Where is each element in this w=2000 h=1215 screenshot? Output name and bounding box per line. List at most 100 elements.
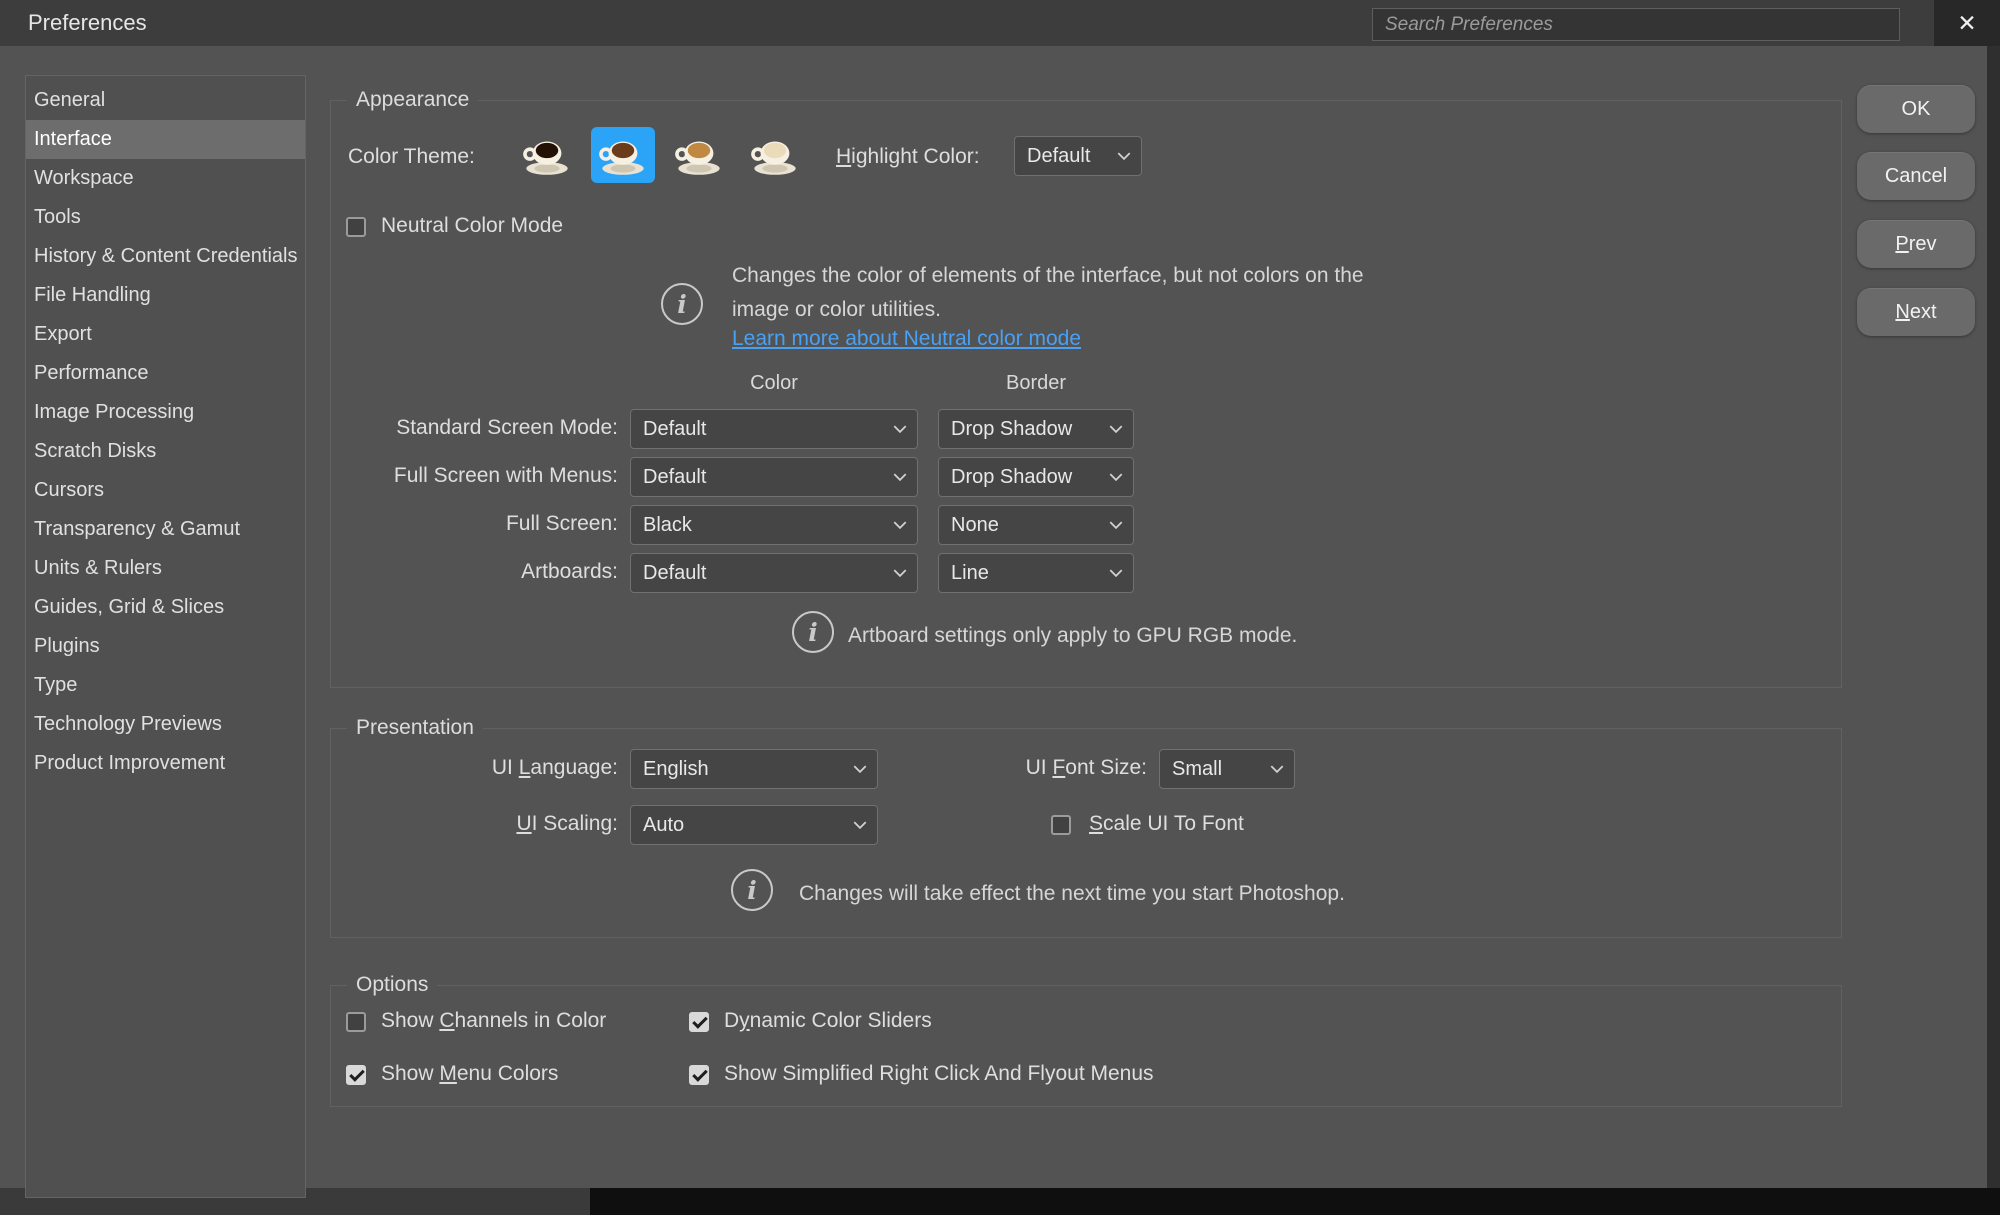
presentation-group: Presentation UI Language: English UI Fon… <box>330 728 1842 938</box>
show-simplified-right-click-checkbox[interactable] <box>689 1065 709 1085</box>
color-theme-swatch-medium[interactable] <box>667 127 731 183</box>
options-group: Options Show Channels in Color Dynamic C… <box>330 985 1842 1107</box>
coffee-cup-icon <box>748 132 802 178</box>
artboards-label: Artboards: <box>331 560 618 584</box>
sidebar-item-file-handling[interactable]: File Handling <box>26 276 305 315</box>
sidebar-item-type[interactable]: Type <box>26 666 305 705</box>
select-value: Black <box>643 514 692 537</box>
sidebar-item-interface[interactable]: Interface <box>26 120 305 159</box>
neutral-color-mode-checkbox[interactable] <box>346 217 366 237</box>
cancel-button[interactable]: Cancel <box>1857 152 1975 200</box>
sidebar-item-product-improvement[interactable]: Product Improvement <box>26 744 305 783</box>
ok-button[interactable]: OK <box>1857 85 1975 133</box>
sidebar-item-guides-grid-slices[interactable]: Guides, Grid & Slices <box>26 588 305 627</box>
sidebar-item-export[interactable]: Export <box>26 315 305 354</box>
info-icon: i <box>731 869 773 911</box>
sidebar-item-transparency-gamut[interactable]: Transparency & Gamut <box>26 510 305 549</box>
sidebar-item-history-content-credentials[interactable]: History & Content Credentials <box>26 237 305 276</box>
restart-info-text: Changes will take effect the next time y… <box>799 877 1345 911</box>
info-icon: i <box>792 611 834 653</box>
chevron-down-icon <box>893 425 907 433</box>
chevron-down-icon <box>1270 765 1284 773</box>
full-screen-with-menus-label: Full Screen with Menus: <box>331 464 618 488</box>
sidebar-item-technology-previews[interactable]: Technology Previews <box>26 705 305 744</box>
artboards-color-select[interactable]: Default <box>630 553 918 593</box>
standard-screen-mode-color-select[interactable]: Default <box>630 409 918 449</box>
dynamic-color-sliders-label: Dynamic Color Sliders <box>724 1009 932 1033</box>
full-screen-color-select[interactable]: Black <box>630 505 918 545</box>
info-icon: i <box>661 283 703 325</box>
full-screen-with-menus-color-select[interactable]: Default <box>630 457 918 497</box>
chevron-down-icon <box>853 821 867 829</box>
next-button[interactable]: Next <box>1857 288 1975 336</box>
select-value: Default <box>643 418 706 441</box>
sidebar-item-scratch-disks[interactable]: Scratch Disks <box>26 432 305 471</box>
show-menu-colors-label: Show Menu Colors <box>381 1062 558 1086</box>
color-theme-label: Color Theme: <box>348 145 475 169</box>
appearance-group: Appearance Color Theme: <box>330 100 1842 688</box>
learn-more-neutral-link[interactable]: Learn more about Neutral color mode <box>732 327 1081 351</box>
coffee-cup-icon <box>596 132 650 178</box>
standard-screen-mode-label: Standard Screen Mode: <box>331 416 618 440</box>
border-column-header: Border <box>938 372 1134 395</box>
sidebar-item-image-processing[interactable]: Image Processing <box>26 393 305 432</box>
standard-screen-mode-border-select[interactable]: Drop Shadow <box>938 409 1134 449</box>
neutral-info-text: Changes the color of elements of the int… <box>732 259 1512 327</box>
select-value: Line <box>951 562 989 585</box>
select-value: Small <box>1172 758 1222 781</box>
chevron-down-icon <box>1117 152 1131 160</box>
show-menu-colors-checkbox[interactable] <box>346 1065 366 1085</box>
background-right-strip <box>1987 46 2000 1188</box>
chevron-down-icon <box>1109 473 1123 481</box>
ui-font-size-label: UI Font Size: <box>991 756 1147 780</box>
sidebar-item-cursors[interactable]: Cursors <box>26 471 305 510</box>
select-value: Default <box>643 466 706 489</box>
sidebar-item-tools[interactable]: Tools <box>26 198 305 237</box>
ui-font-size-select[interactable]: Small <box>1159 749 1295 789</box>
full-screen-with-menus-border-select[interactable]: Drop Shadow <box>938 457 1134 497</box>
chevron-down-icon <box>1109 521 1123 529</box>
ui-scaling-select[interactable]: Auto <box>630 805 878 845</box>
highlight-color-select[interactable]: Default <box>1014 136 1142 176</box>
chevron-down-icon <box>893 473 907 481</box>
sidebar-item-plugins[interactable]: Plugins <box>26 627 305 666</box>
close-icon[interactable]: ✕ <box>1934 0 2000 46</box>
color-theme-swatch-light[interactable] <box>743 127 807 183</box>
preferences-dialog: Adjustments Presets Preferences ✕ Genera… <box>0 0 2000 1215</box>
show-channels-in-color-checkbox[interactable] <box>346 1012 366 1032</box>
coffee-cup-icon <box>672 132 726 178</box>
appearance-legend: Appearance <box>347 88 478 112</box>
show-channels-in-color-label: Show Channels in Color <box>381 1009 606 1033</box>
prev-button[interactable]: Prev <box>1857 220 1975 268</box>
color-theme-swatch-darkest[interactable] <box>515 127 579 183</box>
chevron-down-icon <box>893 521 907 529</box>
options-legend: Options <box>347 973 437 997</box>
select-value: Drop Shadow <box>951 418 1072 441</box>
sidebar-item-units-rulers[interactable]: Units & Rulers <box>26 549 305 588</box>
select-value: Default <box>643 562 706 585</box>
ui-scaling-label: UI Scaling: <box>331 812 618 836</box>
presentation-legend: Presentation <box>347 716 483 740</box>
search-preferences-input[interactable] <box>1372 8 1900 41</box>
full-screen-border-select[interactable]: None <box>938 505 1134 545</box>
dialog-title: Preferences <box>28 10 147 36</box>
highlight-color-label: Highlight Color: <box>836 145 980 169</box>
scale-ui-to-font-checkbox[interactable] <box>1051 815 1071 835</box>
select-value: Auto <box>643 814 684 837</box>
color-theme-swatch-dark[interactable] <box>591 127 655 183</box>
artboards-border-select[interactable]: Line <box>938 553 1134 593</box>
chevron-down-icon <box>1109 425 1123 433</box>
ui-language-select[interactable]: English <box>630 749 878 789</box>
coffee-cup-icon <box>520 132 574 178</box>
select-value: English <box>643 758 709 781</box>
sidebar-item-general[interactable]: General <box>26 81 305 120</box>
select-value: None <box>951 514 999 537</box>
color-column-header: Color <box>630 372 918 395</box>
select-value: Drop Shadow <box>951 466 1072 489</box>
neutral-color-mode-label: Neutral Color Mode <box>381 214 563 238</box>
dynamic-color-sliders-checkbox[interactable] <box>689 1012 709 1032</box>
select-value: Default <box>1027 145 1090 168</box>
chevron-down-icon <box>893 569 907 577</box>
sidebar-item-performance[interactable]: Performance <box>26 354 305 393</box>
sidebar-item-workspace[interactable]: Workspace <box>26 159 305 198</box>
